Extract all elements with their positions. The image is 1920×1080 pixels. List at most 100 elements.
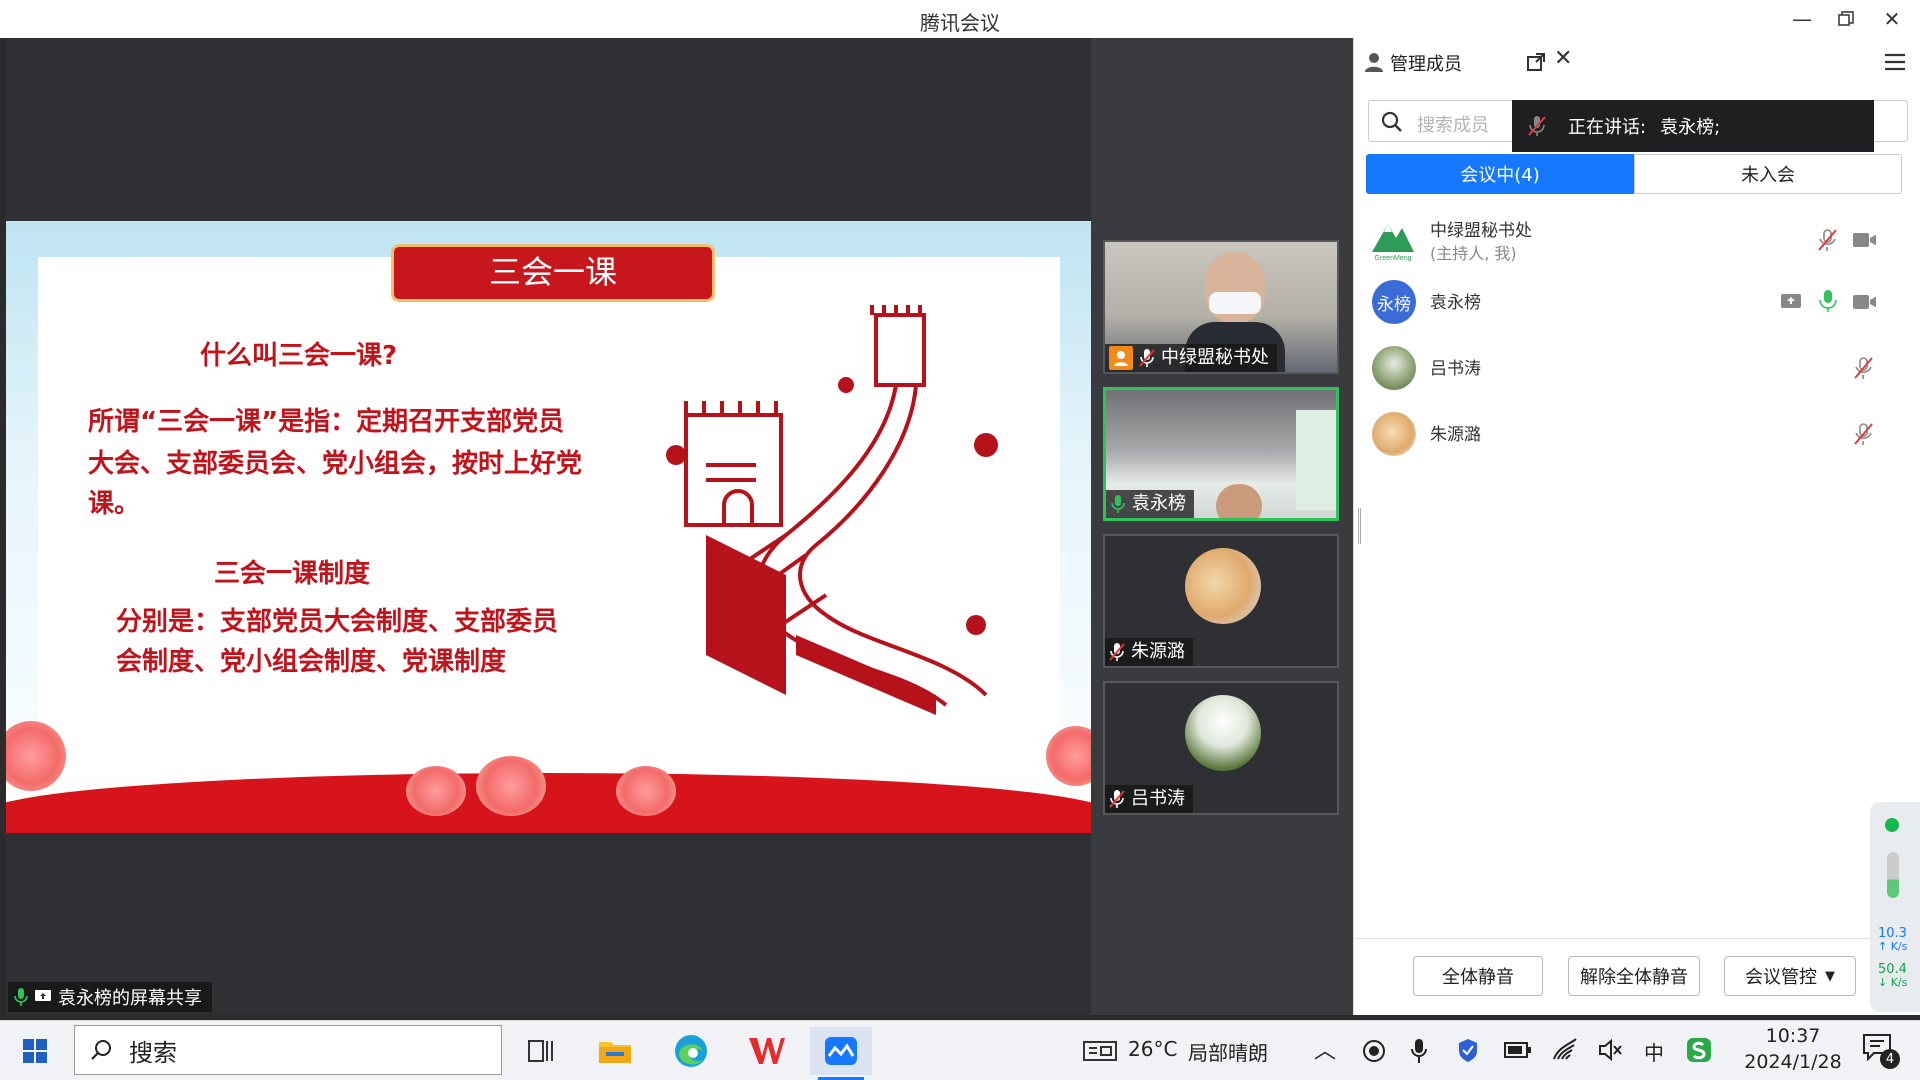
caret-down-icon: ▼ [1825, 968, 1835, 984]
mic-on-icon [14, 988, 28, 1006]
weather-icon[interactable] [1082, 1039, 1118, 1063]
slide-question: 什么叫三会一课? [200, 341, 398, 371]
member-avatar [1372, 346, 1416, 390]
member-row[interactable]: 朱源潞 [1354, 408, 1874, 464]
member-role: (主持人, 我) [1430, 244, 1517, 263]
pop-out-icon[interactable] [1526, 52, 1546, 72]
camera-icon[interactable] [1852, 230, 1876, 254]
net-up-unit-text: K/s [1890, 940, 1908, 953]
mic-muted-icon [1109, 643, 1125, 661]
tile-caption: 朱源潞 [1105, 638, 1193, 666]
tile-name: 中绿盟秘书处 [1161, 347, 1269, 368]
volume-muted-icon[interactable] [1598, 1037, 1624, 1063]
search-icon [1381, 111, 1402, 132]
member-row[interactable]: 吕书涛 [1354, 342, 1874, 398]
slide-text-line: 会制度、党小组会制度、党课制度 [116, 647, 507, 677]
search-input[interactable]: 搜索成员 [1417, 111, 1489, 137]
wall-poster [1296, 410, 1336, 510]
task-view-button[interactable] [510, 1027, 572, 1075]
folder-icon [599, 1042, 631, 1063]
restore-button[interactable] [1826, 4, 1866, 34]
mic-muted-icon[interactable] [1852, 356, 1876, 380]
flower-decoration [1046, 726, 1091, 786]
video-tile[interactable]: 中绿盟秘书处 [1103, 240, 1339, 374]
net-up-unit: ↑ K/s [1878, 940, 1907, 953]
tile-name: 袁永榜 [1132, 493, 1186, 514]
member-row[interactable]: GreenMeng 中绿盟秘书处 (主持人, 我) [1354, 214, 1876, 270]
mic-muted-icon[interactable] [1816, 228, 1840, 252]
tencent-meeting-button[interactable] [810, 1027, 872, 1075]
camera-icon[interactable] [1852, 292, 1876, 316]
weather-temp[interactable]: 26°C [1128, 1037, 1177, 1061]
task-view-icon [528, 1040, 553, 1062]
tile-name: 朱源潞 [1131, 641, 1185, 662]
shared-slide: 三会一课 什么叫三会一课? 所谓“三会一课”是指：定期召开支部党员 大会、支部委… [6, 221, 1091, 833]
screen-share-icon[interactable] [1780, 292, 1804, 316]
edge-button[interactable] [660, 1027, 722, 1075]
face-mask [1209, 292, 1261, 314]
member-avatar-logo: GreenMeng [1372, 224, 1414, 262]
slide-banner: 三会一课 [391, 244, 715, 302]
security-shield-icon[interactable] [1456, 1037, 1480, 1063]
members-icon [1365, 53, 1383, 72]
clock-time[interactable]: 10:37 [1738, 1025, 1848, 1047]
participant-avatar [1185, 548, 1261, 624]
network-status-dot [1885, 818, 1899, 832]
title-bar: 腾讯会议 — ✕ [0, 0, 1920, 38]
net-down-unit-text: K/s [1890, 976, 1908, 989]
speaking-label: 正在讲话: [1568, 117, 1647, 138]
file-explorer-button[interactable] [584, 1027, 646, 1075]
video-tile[interactable]: 吕书涛 [1103, 681, 1339, 815]
battery-icon[interactable] [1504, 1041, 1532, 1059]
notification-badge: 4 [1880, 1049, 1900, 1069]
video-tile[interactable]: 朱源潞 [1103, 534, 1339, 668]
net-down-unit: ↓ K/s [1878, 976, 1907, 989]
mute-all-button[interactable]: 全体静音 [1413, 956, 1543, 996]
wps-button[interactable] [736, 1027, 798, 1075]
menu-icon[interactable] [1884, 52, 1906, 72]
tencent-meeting-icon [825, 1037, 857, 1065]
meeting-control-button[interactable]: 会议管控 ▼ [1724, 956, 1856, 996]
clock-date[interactable]: 2024/1/28 [1730, 1051, 1856, 1073]
mic-on-icon[interactable] [1816, 288, 1840, 312]
tile-name: 吕书涛 [1131, 788, 1185, 809]
slide-text-line: 所谓“三会一课”是指：定期召开支部党员 [88, 407, 565, 437]
weather-desc[interactable]: 局部晴朗 [1188, 1037, 1268, 1066]
mic-on-icon [1111, 495, 1125, 513]
microphone-icon[interactable] [1410, 1037, 1428, 1065]
flower-decoration [616, 766, 676, 816]
flower-decoration [476, 756, 546, 816]
tab-not-joined[interactable]: 未入会 [1634, 154, 1902, 194]
taskbar-search-text: 搜索 [129, 1038, 177, 1067]
panel-close-icon[interactable]: ✕ [1554, 46, 1572, 71]
notification-center-button[interactable]: 4 [1862, 1033, 1902, 1069]
video-tile-speaking[interactable]: 袁永榜 [1103, 387, 1339, 521]
slide-text-line: 课。 [88, 489, 141, 519]
unmute-all-button[interactable]: 解除全体静音 [1568, 956, 1700, 996]
start-button[interactable] [4, 1027, 66, 1075]
taskbar-search[interactable]: 搜索 [74, 1025, 502, 1075]
meeting-control-label: 会议管控 [1745, 967, 1817, 988]
speaking-name: 袁永榜; [1660, 117, 1721, 138]
minimize-button[interactable]: — [1782, 4, 1822, 34]
ime-indicator[interactable]: 中 [1644, 1037, 1664, 1066]
wps-icon [749, 1038, 785, 1064]
screen-share-text: 袁永榜的屏幕共享 [58, 988, 202, 1009]
show-hidden-icons-icon[interactable]: ︿ [1314, 1033, 1336, 1065]
speaking-tooltip: 正在讲话: 袁永榜; [1512, 100, 1874, 152]
member-row[interactable]: 永榜 袁永榜 [1354, 276, 1876, 332]
tab-in-meeting[interactable]: 会议中(4) [1366, 154, 1634, 194]
video-thumbnail-column [1091, 38, 1353, 1015]
participant-avatar [1185, 695, 1261, 771]
sogou-icon[interactable] [1686, 1037, 1712, 1063]
slide-text-line: 大会、支部委员会、党小组会，按时上好党 [88, 449, 583, 479]
mic-muted-icon[interactable] [1852, 422, 1876, 446]
wifi-icon[interactable] [1552, 1037, 1578, 1061]
slide-heading: 三会一课制度 [214, 559, 371, 589]
panel-resize-handle[interactable] [1358, 508, 1361, 544]
flower-decoration [406, 766, 466, 816]
tile-caption: 袁永榜 [1106, 490, 1194, 518]
record-icon[interactable] [1362, 1039, 1386, 1063]
taskbar: 搜索 26°C 局部晴朗 ︿ 中 10:37 2024/1/28 4 [0, 1020, 1920, 1080]
close-button[interactable]: ✕ [1872, 4, 1912, 34]
